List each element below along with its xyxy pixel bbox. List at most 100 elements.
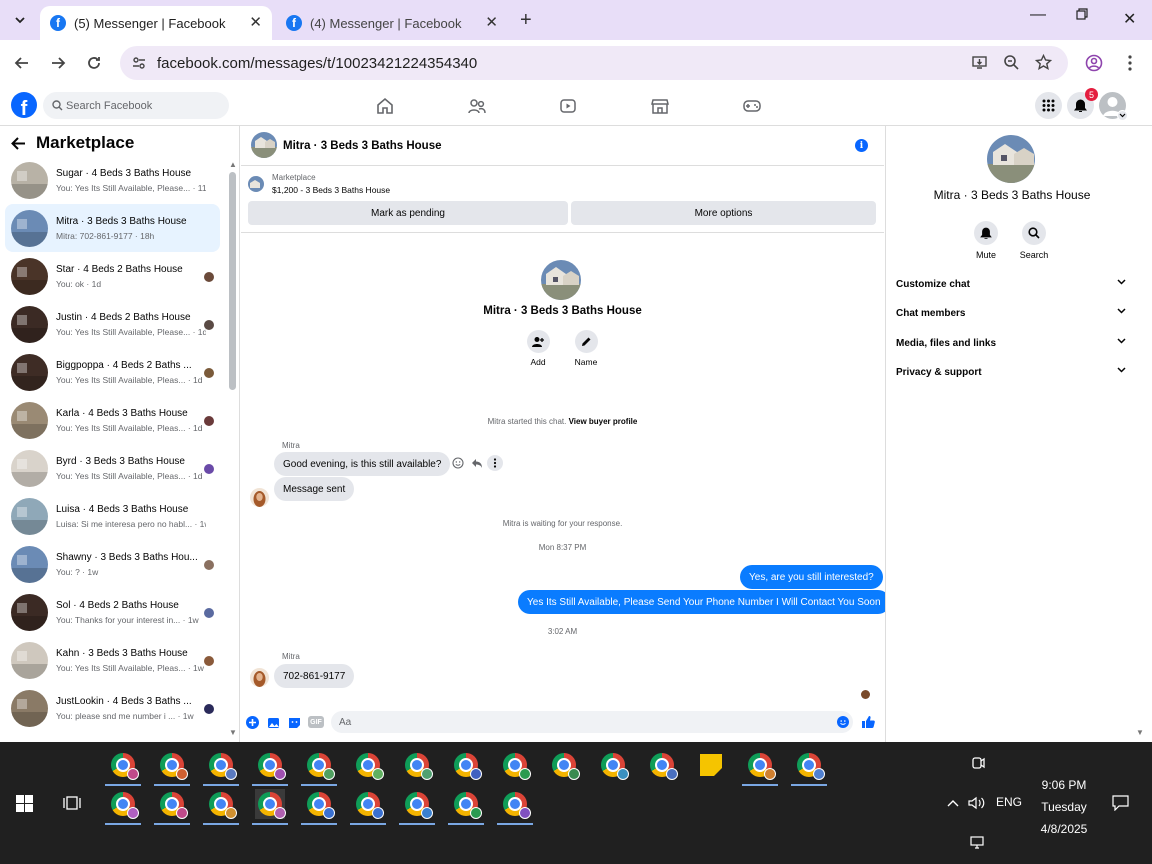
conversation-row[interactable]: Sol · 4 Beds 2 Baths House You: Thanks fo… [5, 588, 220, 636]
more-actions-icon[interactable] [487, 455, 503, 471]
language-indicator[interactable]: ENG [996, 795, 1022, 809]
install-app-icon[interactable] [971, 54, 988, 71]
facebook-search-input[interactable]: Search Facebook [43, 92, 229, 119]
chrome-profile-icon[interactable] [549, 750, 580, 780]
chrome-profile-icon[interactable] [647, 750, 678, 780]
conversation-row[interactable]: Karla · 4 Beds 3 Baths House You: Yes Its… [5, 396, 220, 444]
sender-avatar[interactable] [250, 488, 269, 507]
marketplace-icon[interactable] [651, 97, 669, 115]
incoming-message[interactable]: Good evening, is this still available? [274, 452, 451, 476]
gif-icon[interactable]: GIF [308, 716, 324, 729]
left-scrollbar[interactable] [229, 172, 236, 390]
forward-button[interactable] [48, 53, 68, 73]
chrome-profile-icon[interactable] [399, 789, 435, 825]
account-chevron-icon[interactable] [1117, 110, 1128, 121]
bookmark-star-icon[interactable] [1035, 54, 1052, 71]
scroll-down-icon[interactable]: ▼ [229, 728, 237, 737]
close-window-button[interactable]: ✕ [1123, 9, 1136, 29]
gaming-icon[interactable] [743, 97, 761, 115]
conversation-row[interactable]: Star · 4 Beds 2 Baths House You: ok · 1d [5, 252, 220, 300]
minimize-button[interactable]: — [1030, 6, 1046, 24]
incoming-message[interactable]: Message sent [274, 477, 355, 501]
start-button[interactable] [9, 788, 39, 818]
chrome-profile-icon[interactable] [791, 750, 827, 786]
restore-button[interactable] [1076, 8, 1088, 20]
chrome-profile-icon[interactable] [252, 750, 288, 786]
menu-grid-button[interactable] [1035, 92, 1062, 119]
name-chat-button[interactable]: Name [566, 330, 606, 367]
chat-title[interactable]: Mitra · 3 Beds 3 Baths House [283, 140, 441, 152]
system-clock[interactable]: 9:06 PM Tuesday 4/8/2025 [1030, 774, 1098, 840]
chrome-profile-icon[interactable] [500, 750, 531, 780]
conversation-row[interactable]: Kahn · 3 Beds 3 Baths House You: Yes Its … [5, 636, 220, 684]
chrome-profile-icon[interactable] [402, 750, 433, 780]
close-tab-icon[interactable]: ✕ [249, 14, 262, 32]
sender-avatar[interactable] [250, 668, 269, 687]
facebook-logo-icon[interactable]: f [11, 92, 37, 118]
network-icon[interactable] [963, 828, 993, 858]
volume-icon[interactable] [962, 788, 992, 818]
friends-icon[interactable] [468, 97, 486, 115]
task-view-button[interactable] [57, 788, 87, 818]
back-arrow-icon[interactable] [11, 136, 26, 150]
message-input[interactable]: Aa [331, 711, 853, 733]
meet-now-icon[interactable] [963, 748, 993, 778]
info-icon[interactable]: i [855, 139, 868, 152]
outgoing-message[interactable]: Yes, are you still interested? [740, 565, 883, 589]
chat-members-section[interactable]: Chat members [896, 308, 1126, 319]
thumbs-up-icon[interactable] [861, 715, 875, 728]
scroll-up-icon[interactable]: ▲ [229, 160, 237, 169]
tab-messenger-active[interactable]: f (5) Messenger | Facebook ✕ [40, 6, 272, 40]
chrome-profile-icon[interactable] [105, 750, 141, 786]
mark-as-pending-button[interactable]: Mark as pending [248, 201, 568, 225]
listing-price[interactable]: $1,200 - 3 Beds 3 Baths House [272, 185, 390, 195]
chrome-profile-icon[interactable] [301, 789, 337, 825]
reload-button[interactable] [84, 53, 104, 73]
chrome-profile-icon[interactable] [350, 789, 386, 825]
conversation-row[interactable]: Justin · 4 Beds 2 Baths House You: Yes It… [5, 300, 220, 348]
plus-icon[interactable] [246, 716, 259, 729]
outgoing-message[interactable]: Yes Its Still Available, Please Send You… [518, 590, 890, 614]
tab-search-button[interactable] [8, 8, 32, 32]
chrome-profile-icon[interactable] [154, 750, 190, 786]
chrome-profile-icon[interactable] [301, 750, 337, 786]
sticky-notes-icon[interactable] [696, 750, 726, 780]
add-people-button[interactable]: Add [518, 330, 558, 367]
reply-icon[interactable] [470, 456, 484, 470]
customize-chat-section[interactable]: Customize chat [896, 279, 1126, 290]
more-options-button[interactable]: More options [571, 201, 876, 225]
chrome-profile-icon[interactable] [154, 789, 190, 825]
video-icon[interactable] [559, 97, 577, 115]
conversation-row[interactable]: Sugar · 4 Beds 3 Baths House You: Yes Its… [5, 156, 220, 204]
zoom-icon[interactable] [1003, 54, 1020, 71]
react-emoji-icon[interactable] [451, 456, 465, 470]
photo-icon[interactable] [267, 716, 280, 729]
sticker-icon[interactable] [288, 716, 301, 729]
chrome-profile-icon[interactable] [598, 750, 629, 780]
new-tab-button[interactable]: + [520, 9, 532, 32]
browser-menu-icon[interactable] [1120, 53, 1140, 73]
privacy-support-section[interactable]: Privacy & support [896, 367, 1126, 378]
chrome-profile-icon[interactable] [451, 750, 482, 780]
search-conversation-button[interactable]: Search [1014, 221, 1054, 260]
mute-button[interactable]: Mute [966, 221, 1006, 260]
profile-icon[interactable] [1084, 53, 1104, 73]
notification-center-icon[interactable] [1105, 788, 1135, 818]
chat-avatar[interactable] [251, 132, 277, 158]
chrome-profile-icon[interactable] [448, 789, 484, 825]
scroll-down-icon[interactable]: ▼ [1136, 728, 1144, 737]
close-tab-icon[interactable]: ✕ [485, 14, 498, 32]
emoji-icon[interactable] [837, 716, 849, 728]
back-button[interactable] [12, 53, 32, 73]
tab-messenger-2[interactable]: f (4) Messenger | Facebook ✕ [276, 6, 508, 40]
conversation-row[interactable]: JustLookin · 4 Beds 3 Baths ... You: plea… [5, 684, 220, 732]
chrome-profile-icon[interactable] [203, 750, 239, 786]
conversation-row[interactable]: Luisa · 4 Beds 3 Baths House Luisa: Si me… [5, 492, 220, 540]
chrome-profile-icon[interactable] [203, 789, 239, 825]
media-files-links-section[interactable]: Media, files and links [896, 338, 1126, 349]
chrome-profile-icon[interactable] [105, 789, 141, 825]
conversation-row[interactable]: Mitra · 3 Beds 3 Baths House Mitra: 702-8… [5, 204, 220, 252]
view-buyer-profile-link[interactable]: View buyer profile [569, 417, 638, 426]
conversation-row[interactable]: Shawny · 3 Beds 3 Baths Hou... You: ? · 1… [5, 540, 220, 588]
chrome-profile-icon[interactable] [742, 750, 778, 786]
